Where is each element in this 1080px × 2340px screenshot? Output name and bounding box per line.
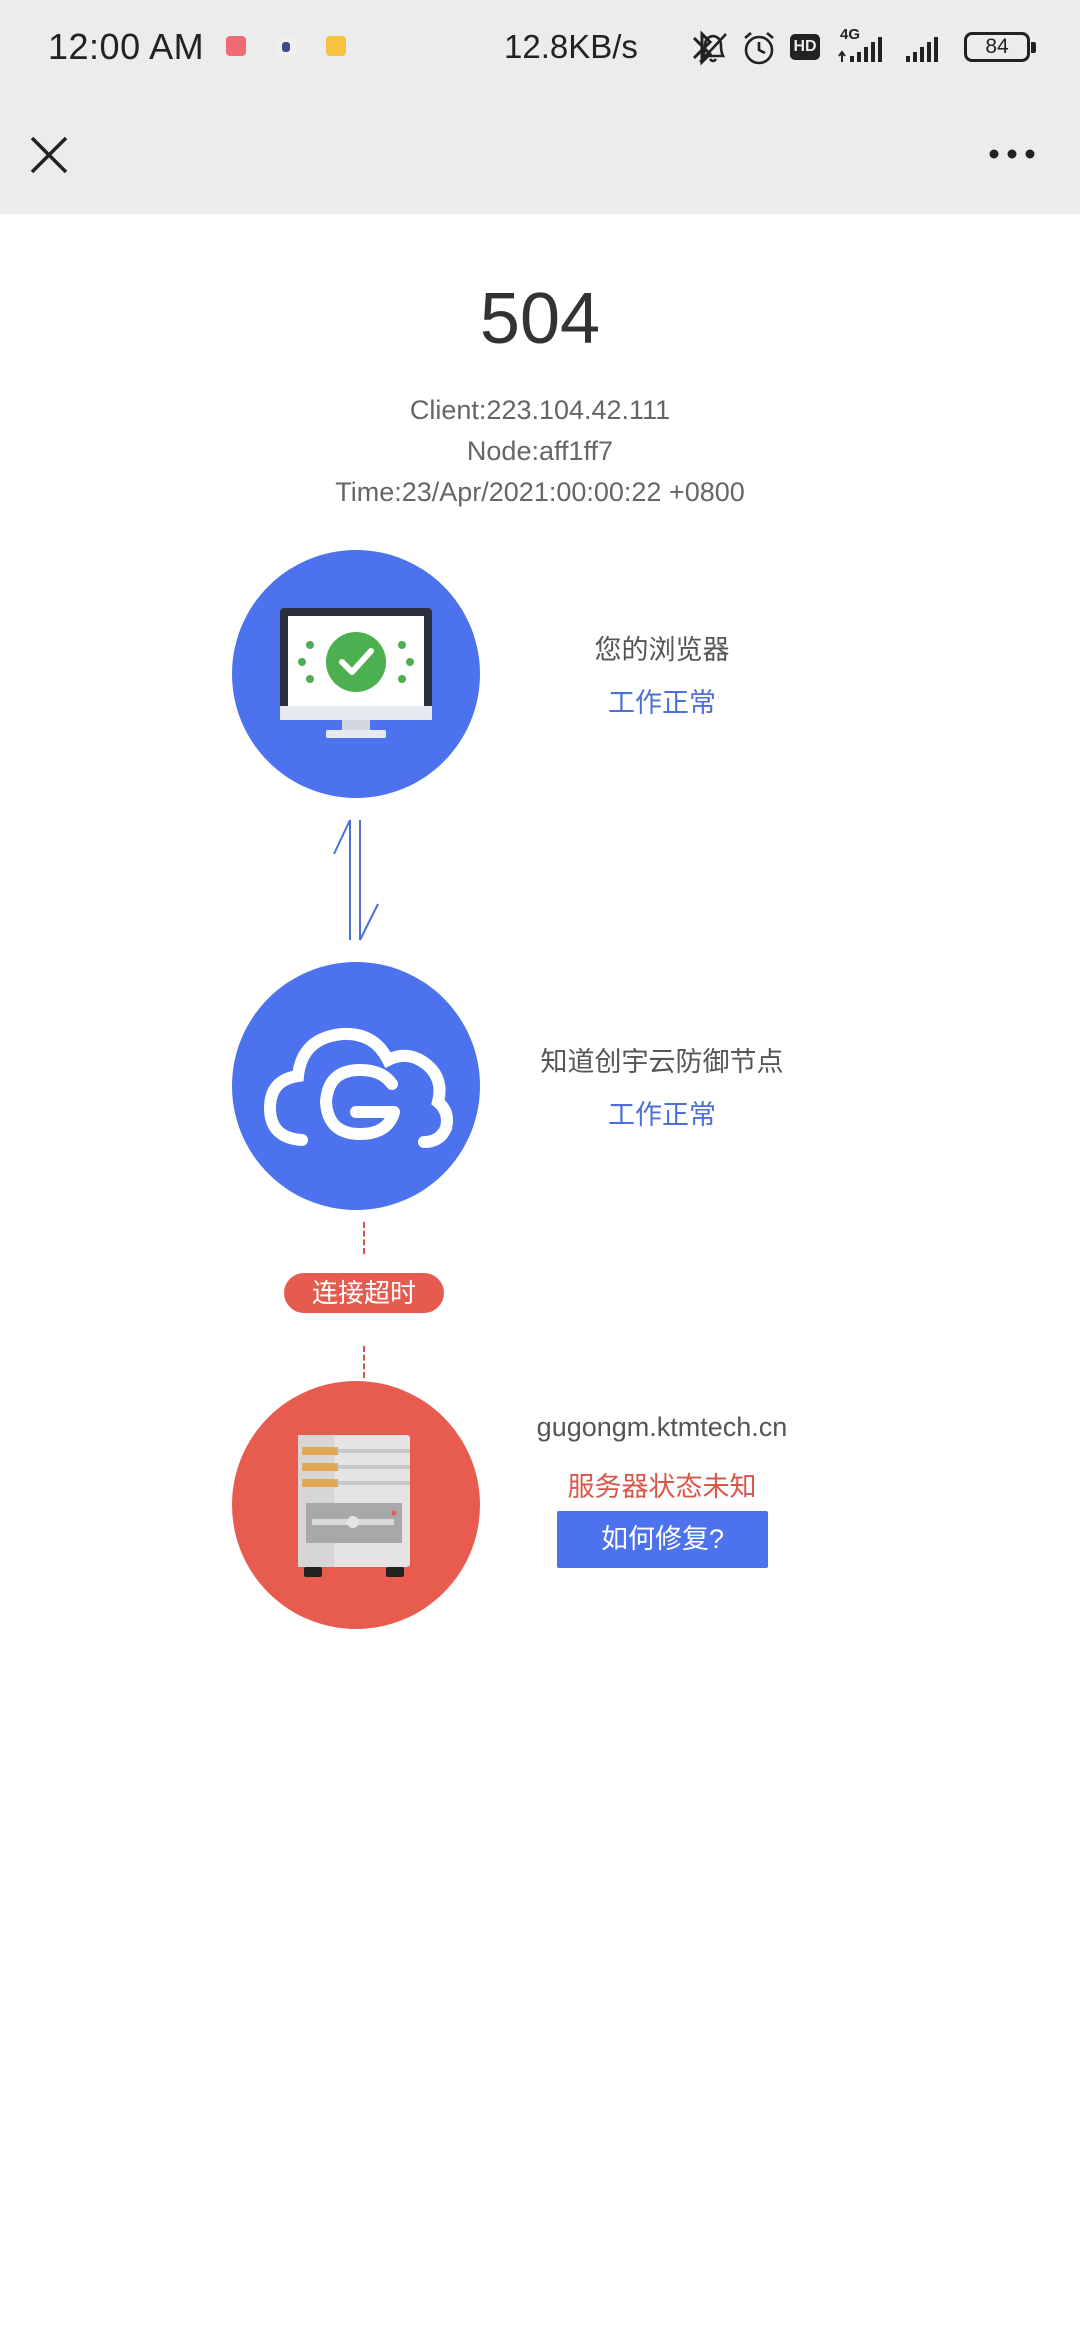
server-icon <box>298 1435 410 1577</box>
battery-icon: 84 <box>964 32 1036 62</box>
notification-app-icon <box>226 36 246 56</box>
bidirectional-arrow-icon <box>333 819 379 941</box>
node-id: Node:aff1ff7 <box>466 436 614 466</box>
server-status: 服务器状态未知 <box>567 1472 757 1502</box>
cdn-node-status: 工作正常 <box>608 1100 716 1130</box>
timeout-badge: 连接超时 <box>284 1273 444 1313</box>
cloud-shield-icon <box>263 1027 453 1148</box>
server-circle <box>232 1381 480 1629</box>
client-ip: Client:223.104.42.111 <box>409 395 671 425</box>
close-icon[interactable] <box>26 132 72 178</box>
request-time: Time:23/Apr/2021:00:00:22 +0800 <box>335 477 745 507</box>
browser-circle <box>232 550 480 798</box>
status-bar: 12:00 AM 12.8KB/s HD 4G 84 <box>0 0 1080 96</box>
more-icon[interactable] <box>984 136 1040 172</box>
cdn-node-label: 知道创宇云防御节点 <box>540 1047 784 1077</box>
server-host: gugongm.ktmtech.cn <box>536 1412 788 1442</box>
error-code: 504 <box>479 279 601 359</box>
signal-strength-icon-2 <box>906 37 938 62</box>
cdn-node-circle <box>232 962 480 1210</box>
connector-line <box>363 1222 365 1254</box>
alarm-icon <box>744 32 774 65</box>
browser-label: 您的浏览器 <box>594 635 730 665</box>
notification-app-icon <box>326 36 346 56</box>
top-bar <box>0 96 1080 214</box>
how-to-fix-button[interactable]: 如何修复? <box>557 1511 768 1568</box>
network-speed: 12.8KB/s <box>504 28 638 65</box>
notification-app-icon <box>276 36 296 56</box>
bell-slash-icon <box>699 33 727 63</box>
connector-line <box>363 1346 365 1378</box>
hd-icon: HD <box>790 34 820 60</box>
signal-strength-icon <box>838 37 882 62</box>
monitor-check-icon <box>280 608 432 738</box>
browser-status: 工作正常 <box>608 688 716 718</box>
status-time: 12:00 AM <box>48 26 205 67</box>
